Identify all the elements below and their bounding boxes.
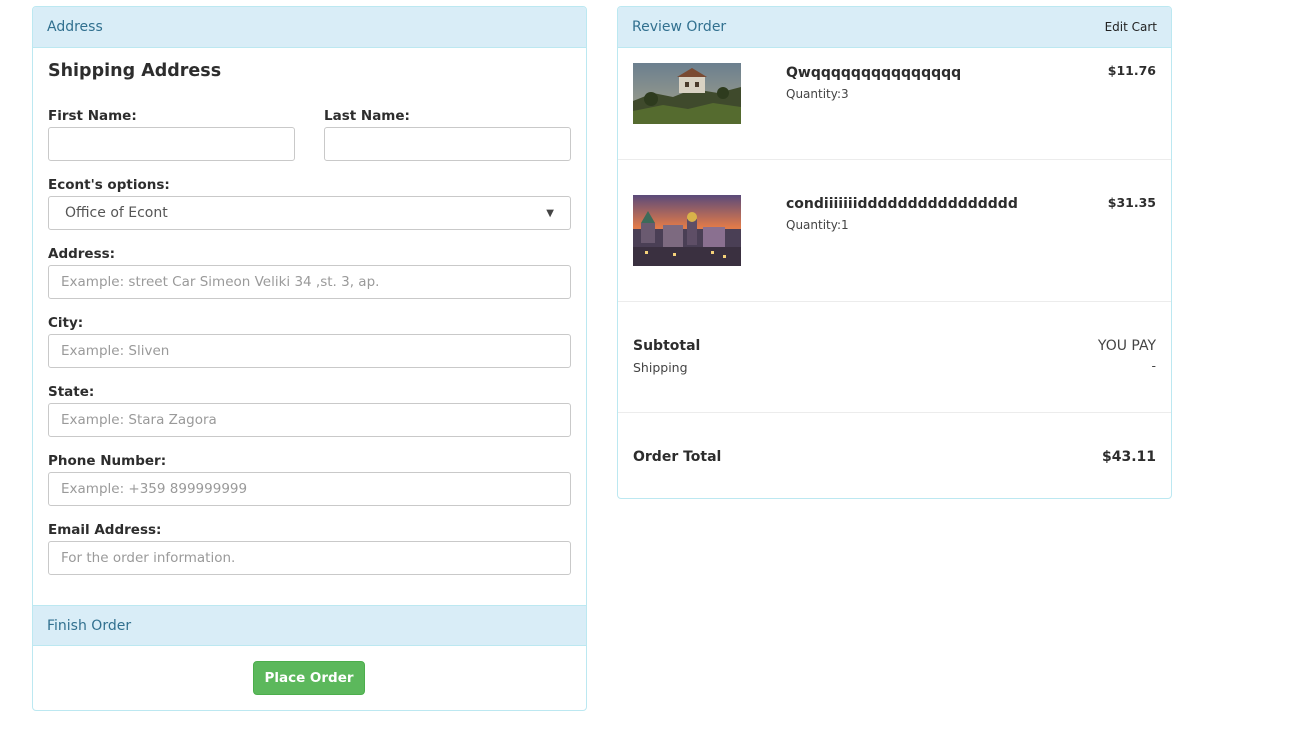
state-label: State: [48, 384, 95, 400]
address-label: Address: [48, 246, 116, 262]
phone-number-label: Phone Number: [48, 453, 167, 469]
item-divider [618, 301, 1171, 302]
city-label: City: [48, 315, 84, 331]
review-order-heading: Review Order Edit Cart [618, 7, 1171, 48]
review-order-panel: Review Order Edit Cart Qwqqqqqqqqqqqqqqq… [617, 6, 1172, 499]
address-field[interactable] [48, 265, 571, 299]
finish-order-heading: Finish Order [33, 605, 586, 646]
product-image-1[interactable] [633, 63, 741, 124]
phone-number-field[interactable] [48, 472, 571, 506]
shipping-label: Shipping [633, 360, 688, 375]
last-name-label: Last Name: [324, 108, 410, 124]
product-name-2[interactable]: condiiiiiiidddddddddddddddd [786, 196, 1018, 212]
address-panel: Address Shipping Address First Name: Las… [32, 6, 587, 711]
shipping-value: - [1151, 358, 1156, 373]
econt-selected-value: Office of Econt [65, 205, 168, 221]
finish-order-title: Finish Order [47, 617, 132, 634]
city-field[interactable] [48, 334, 571, 368]
place-order-button[interactable]: Place Order [253, 661, 365, 695]
caret-down-icon: ▼ [546, 207, 554, 219]
product-image-2[interactable] [633, 195, 741, 266]
product-quantity-2: Quantity:1 [786, 218, 849, 232]
review-order-title: Review Order [632, 19, 727, 35]
state-field[interactable] [48, 403, 571, 437]
product-price-1: $11.76 [1107, 63, 1156, 78]
first-name-field[interactable] [48, 127, 295, 161]
subtotal-value: YOU PAY [1097, 338, 1156, 354]
order-total-label: Order Total [633, 449, 722, 465]
product-price-2: $31.35 [1107, 195, 1156, 210]
email-address-field[interactable] [48, 541, 571, 575]
address-panel-title: Address [47, 19, 103, 35]
order-total-value: $43.11 [1101, 449, 1156, 465]
subtotal-label: Subtotal [633, 338, 701, 354]
econt-options-select[interactable]: Office of Econt ▼ [48, 196, 571, 230]
item-divider [618, 159, 1171, 160]
email-address-label: Email Address: [48, 522, 162, 538]
product-name-1[interactable]: Qwqqqqqqqqqqqqqqq [786, 65, 961, 81]
first-name-label: First Name: [48, 108, 137, 124]
econt-options-label: Econt's options: [48, 177, 170, 193]
shipping-address-title: Shipping Address [48, 61, 222, 81]
address-panel-heading: Address [33, 7, 586, 48]
edit-cart-link[interactable]: Edit Cart [1105, 20, 1157, 34]
summary-divider [618, 412, 1171, 413]
product-quantity-1: Quantity:3 [786, 87, 849, 101]
last-name-field[interactable] [324, 127, 571, 161]
